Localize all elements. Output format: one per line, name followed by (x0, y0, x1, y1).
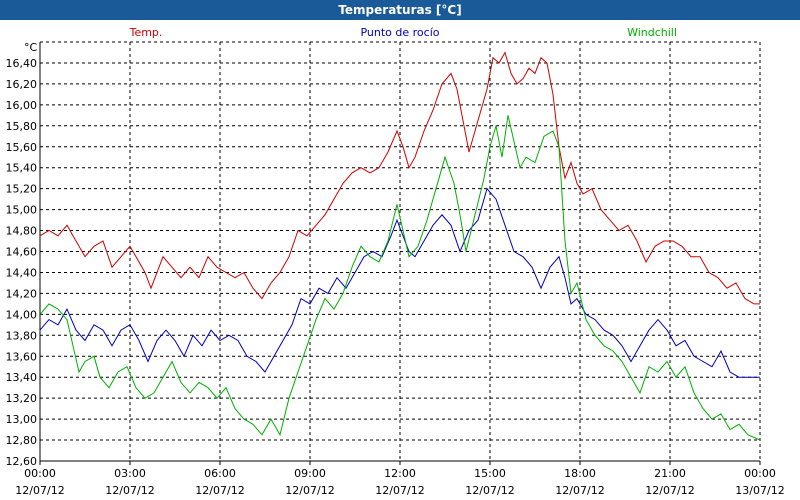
y-tick-label: 16,00 (6, 99, 38, 112)
x-tick-time: 09:00 (294, 467, 326, 480)
x-tick-date: 12/07/12 (15, 484, 64, 497)
y-tick-label: 13,60 (6, 350, 38, 363)
x-tick-time: 03:00 (114, 467, 146, 480)
x-tick-date: 13/07/12 (735, 484, 784, 497)
x-tick-date: 12/07/12 (285, 484, 334, 497)
y-tick-label: 14,80 (6, 225, 38, 238)
y-tick-label: 14,40 (6, 266, 38, 279)
y-tick-label: 16,20 (6, 78, 38, 91)
legend-dew-point: Punto de rocío (360, 26, 439, 39)
y-tick-label: 15,80 (6, 120, 38, 133)
y-tick-label: 13,80 (6, 329, 38, 342)
x-tick-date: 12/07/12 (555, 484, 604, 497)
y-tick-label: 12,80 (6, 434, 38, 447)
plot-area: Temp. Punto de rocío Windchill °C 12,60 1… (0, 20, 800, 500)
y-tick-label: 15,20 (6, 183, 38, 196)
x-tick-time: 18:00 (564, 467, 596, 480)
x-tick-date: 12/07/12 (645, 484, 694, 497)
x-tick-time: 21:00 (654, 467, 686, 480)
y-tick-label: 15,60 (6, 141, 38, 154)
y-tick-label: 15,40 (6, 162, 38, 175)
y-tick-label: 13,20 (6, 392, 38, 405)
chart-window: Temperaturas [°C] Temp. Punto de rocío W… (0, 0, 800, 500)
x-tick-time: 12:00 (384, 467, 416, 480)
legend-temp: Temp. (129, 26, 163, 39)
y-tick-label: 14,00 (6, 308, 38, 321)
y-tick-label: 14,60 (6, 246, 38, 259)
legend-windchill: Windchill (627, 26, 677, 39)
x-tick-time: 15:00 (474, 467, 506, 480)
x-tick-date: 12/07/12 (195, 484, 244, 497)
window-title: Temperaturas [°C] (0, 0, 800, 20)
y-tick-label: 13,00 (6, 413, 38, 426)
x-tick-date: 12/07/12 (105, 484, 154, 497)
y-tick-label: 13,40 (6, 371, 38, 384)
y-tick-label: 14,20 (6, 287, 38, 300)
x-tick-time: 06:00 (204, 467, 236, 480)
x-tick-time: 00:00 (24, 467, 56, 480)
x-tick-date: 12/07/12 (375, 484, 424, 497)
x-tick-time: 00:00 (744, 467, 776, 480)
temperature-chart: Temp. Punto de rocío Windchill °C 12,601… (6, 26, 785, 497)
y-tick-label: 15,00 (6, 204, 38, 217)
y-axis-unit: °C (24, 41, 38, 54)
x-tick-date: 12/07/12 (465, 484, 514, 497)
y-tick-label: 16,40 (6, 57, 38, 70)
